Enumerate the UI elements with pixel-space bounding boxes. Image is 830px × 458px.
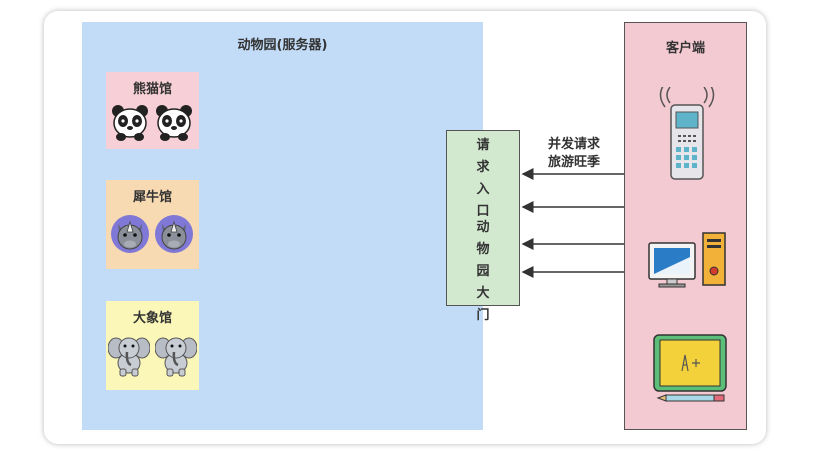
mobile-phone-icon (659, 87, 715, 180)
request-label-line2: 旅游旺季 (547, 155, 600, 170)
client-title: 客户端 (665, 41, 705, 56)
tablet-icon (653, 334, 727, 402)
request-label-line1: 并发请求 (547, 137, 600, 152)
client-region: 客户端 (624, 22, 747, 430)
desktop-computer-icon (648, 232, 726, 288)
